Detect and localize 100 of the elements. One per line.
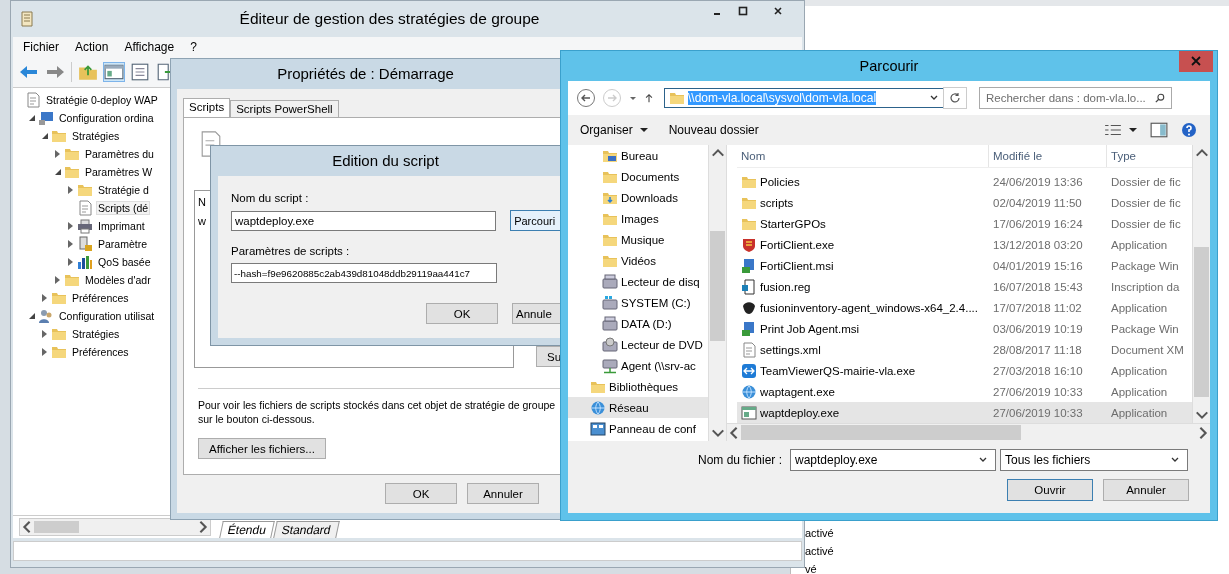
tree-item[interactable]: Imprimant [96,219,147,233]
view-options-icon[interactable] [1104,122,1122,138]
close-icon[interactable] [1179,51,1213,72]
tab[interactable]: Scripts [183,98,231,117]
tree-item[interactable]: QoS basée [96,255,153,269]
tree-item[interactable]: Paramètres du [83,147,156,161]
expand-icon[interactable] [42,348,47,356]
column-header[interactable]: Type [1107,145,1192,167]
tree-item[interactable]: Paramètres W [83,165,155,179]
file-row[interactable]: waptdeploy.exe 27/06/2019 10:33 Application [737,402,1192,423]
properties-icon[interactable] [130,63,150,81]
menu-item[interactable]: ? [184,40,203,54]
back-icon[interactable] [576,88,596,108]
nav-item[interactable]: Agent (\\srv-ac [568,355,708,376]
file-row[interactable]: fusion.reg 16/07/2018 15:43 Inscription da [737,276,1192,297]
back-icon[interactable] [19,63,39,81]
scroll-thumb[interactable] [710,231,725,341]
dialog-button[interactable]: Annuler [1103,479,1189,501]
expand-icon[interactable] [68,186,73,194]
help-icon[interactable] [1180,122,1198,138]
new-folder-button[interactable]: Nouveau dossier [668,123,759,137]
nav-item[interactable]: Lecteur de DVD [568,334,708,355]
scrollbar[interactable] [19,518,211,536]
file-row[interactable]: FortiClient.exe 13/12/2018 03:20 Application [737,234,1192,255]
file-row[interactable]: Print Job Agent.msi 03/06/2019 10:19 Package Win [737,318,1192,339]
dialog-button[interactable]: Ouvrir [1007,479,1093,501]
nav-item[interactable]: Images [568,208,708,229]
search-field[interactable]: Rechercher dans : dom-vla.lo... [979,87,1172,109]
nav-item[interactable]: Musique [568,229,708,250]
folder-up-icon[interactable] [78,63,98,81]
column-header[interactable]: N [198,196,206,208]
file-row[interactable]: scripts 02/04/2019 11:50 Dossier de fic [737,192,1192,213]
tab[interactable]: Scripts PowerShell [230,100,339,117]
tree-item[interactable]: Configuration ordina [57,111,156,125]
nav-item[interactable]: DATA (D:) [568,313,708,334]
tab[interactable]: Étendu [219,521,275,538]
file-name-field[interactable]: waptdeploy.exe [790,449,996,471]
scroll-thumb[interactable] [34,521,79,533]
file-row[interactable]: TeamViewerQS-mairie-vla.exe 27/03/2018 16:10 Application [737,360,1192,381]
tree-item[interactable]: Configuration utilisat [57,309,157,323]
dialog-button[interactable]: OK [385,483,457,504]
expand-icon[interactable] [68,222,73,230]
forward-icon[interactable] [45,63,65,81]
column-header[interactable]: Nom [737,145,989,167]
tree-item[interactable]: Modèles d'adr [83,273,153,287]
file-row[interactable]: waptagent.exe 27/06/2019 10:33 Application [737,381,1192,402]
show-files-button[interactable]: Afficher les fichiers... [198,438,326,459]
scroll-thumb[interactable] [1194,247,1209,397]
file-row[interactable]: Policies 24/06/2019 13:36 Dossier de fic [737,171,1192,192]
nav-item[interactable]: Bibliothèques [568,376,708,397]
dialog-button[interactable]: OK [426,303,498,324]
script-name-field[interactable]: waptdeploy.exe [231,210,497,231]
file-row[interactable]: settings.xml 28/08/2017 11:18 Document XM [737,339,1192,360]
nav-item[interactable]: Documents [568,166,708,187]
dialog-button[interactable]: Annuler [467,483,539,504]
column-header[interactable]: Modifié le [989,145,1107,167]
nav-item[interactable]: Réseau [568,397,708,418]
tree-item[interactable]: Préférences [70,345,131,359]
tab[interactable]: Standard [273,521,340,538]
nav-item[interactable]: Lecteur de disq [568,271,708,292]
browse-button[interactable]: Parcouri [510,210,560,231]
scrollbar[interactable] [727,423,1210,441]
tree-item[interactable]: Stratégie 0-deploy WAP [44,93,160,107]
caret-icon[interactable] [1128,125,1138,135]
expand-icon[interactable] [55,276,60,284]
up-icon[interactable] [644,93,654,103]
file-type-dropdown[interactable]: Tous les fichiers [1000,449,1188,471]
console-tree-icon[interactable] [104,63,124,81]
scrollbar[interactable] [1192,145,1210,423]
nav-item[interactable]: Bureau [568,145,708,166]
list-row[interactable]: w [198,215,206,227]
preview-pane-icon[interactable] [1150,122,1168,138]
organize-menu[interactable]: Organiser [580,123,633,137]
nav-item[interactable]: Downloads [568,187,708,208]
tree-item[interactable]: Scripts (dé [96,201,151,215]
expand-icon[interactable] [55,150,60,158]
refresh-icon[interactable] [943,87,967,109]
tree-item[interactable]: Stratégies [70,129,122,143]
tree-item[interactable]: Préférences [70,291,131,305]
file-row[interactable]: StarterGPOs 17/06/2019 16:24 Dossier de fic [737,213,1192,234]
script-button[interactable]: Su [536,346,560,367]
scroll-thumb[interactable] [741,425,1021,440]
expand-icon[interactable] [68,258,73,266]
nav-item[interactable]: Panneau de conf [568,418,708,439]
tree-item[interactable]: Stratégies [70,327,122,341]
menu-item[interactable]: Fichier [17,40,65,54]
expand-icon[interactable] [42,330,47,338]
caret-icon[interactable] [638,125,649,135]
nav-item[interactable]: SYSTEM (C:) [568,292,708,313]
expand-icon[interactable] [68,240,73,248]
dialog-button[interactable]: Annule [512,303,560,324]
expand-icon[interactable] [42,294,47,302]
file-row[interactable]: fusioninventory-agent_windows-x64_2.4.... 17/07/2018 11:02 Application [737,297,1192,318]
menu-item[interactable]: Action [69,40,115,54]
file-row[interactable]: FortiClient.msi 04/01/2019 15:16 Package Win [737,255,1192,276]
parameters-field[interactable]: --hash=f9e9620885c2ab439d81048ddb29119aa441c7 [231,263,497,283]
tree-item[interactable]: Stratégie d [96,183,151,197]
tree-item[interactable]: Paramètre [96,237,150,251]
nav-item[interactable]: Vidéos [568,250,708,271]
menu-item[interactable]: Affichage [118,40,181,54]
